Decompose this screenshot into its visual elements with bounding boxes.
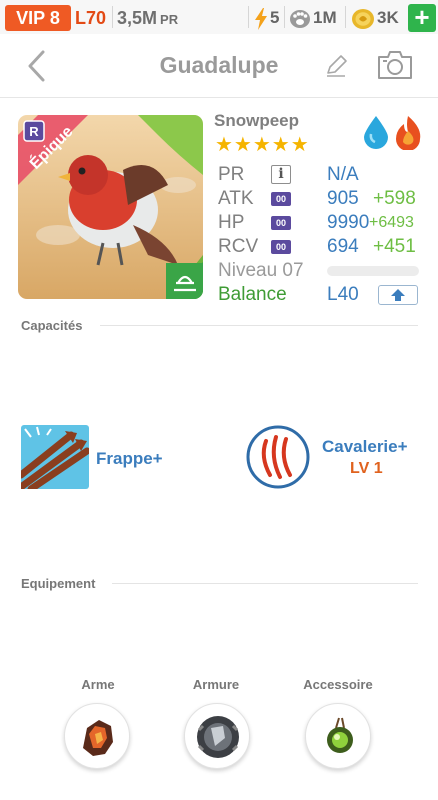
player-power: 3,5M PR [117, 5, 178, 31]
stat-value: 9990 [327, 212, 370, 233]
divider [100, 325, 418, 326]
creature-artwork: Épique R [18, 115, 203, 299]
player-level: L70 [75, 8, 107, 28]
stat-row-pr: PR i N/A [218, 163, 423, 187]
stat-label: ATK [218, 188, 254, 209]
coin-icon [352, 8, 374, 29]
stat-value: 694 [327, 236, 359, 257]
power-value: 3,5M [117, 8, 158, 28]
creature-portrait[interactable]: Épique R [18, 115, 203, 299]
skill-name: Frappe+ [96, 449, 163, 468]
stat-badge[interactable]: 00 [271, 216, 291, 230]
divider [112, 583, 418, 584]
skill-name: Cavalerie+ [322, 437, 408, 456]
equip-slot-weapon[interactable] [64, 703, 130, 769]
rarity-emblem: R [29, 124, 39, 139]
upgrade-button[interactable] [378, 285, 418, 305]
camera-icon[interactable] [376, 49, 414, 81]
paw-icon [290, 9, 310, 28]
gauntlet-icon [83, 720, 113, 756]
coin-value: 3K [377, 8, 399, 27]
element-icons [364, 116, 421, 150]
balance-label: Balance [218, 284, 287, 305]
lightning-icon [255, 7, 267, 30]
header: Guadalupe [0, 34, 438, 98]
stat-label: RCV [218, 236, 259, 257]
stat-value: 905 [327, 188, 359, 209]
stat-bonus: +6493 [369, 214, 414, 231]
stat-row-atk: ATK 00 905 +598 [218, 187, 423, 211]
abilities-title: Capacités [21, 318, 83, 333]
equip-label-weapon: Arme [81, 677, 115, 692]
stat-row-niveau: Niveau 07 [218, 259, 423, 283]
water-drop-icon [364, 116, 388, 149]
skill-level: LV 1 [350, 460, 383, 477]
stat-row-hp: HP 00 9990 +6493 [218, 211, 423, 235]
coin-counter[interactable]: 3K [351, 5, 399, 31]
stat-value: N/A [327, 164, 359, 185]
stat-label: HP [218, 212, 245, 233]
equip-label-armor: Armure [192, 677, 240, 692]
back-arrow-icon[interactable] [22, 48, 52, 84]
stat-bonus: +598 [373, 188, 416, 209]
shield-icon [197, 716, 239, 758]
equip-label-accessory: Accessoire [303, 677, 373, 692]
status-bar: VIP 8 L70 3,5M PR 5 1M 3K + [0, 0, 438, 34]
arrow-up-icon [391, 289, 405, 301]
energy-value: 5 [270, 8, 280, 27]
frappe-skill-icon[interactable] [21, 425, 89, 489]
power-unit: PR [160, 12, 179, 27]
stat-bonus: +451 [373, 236, 416, 257]
divider [112, 6, 113, 28]
pencil-icon[interactable] [323, 53, 349, 79]
stat-row-rcv: RCV 00 694 +451 [218, 235, 423, 259]
xp-progress-bar [327, 266, 419, 276]
vip-badge[interactable]: VIP 8 [5, 5, 71, 31]
stat-badge[interactable]: 00 [271, 192, 291, 206]
cavalerie-skill-icon[interactable] [246, 425, 310, 489]
stat-label: PR [218, 164, 245, 185]
divider [248, 6, 249, 28]
info-icon[interactable]: i [271, 165, 291, 184]
stat-row-balance: Balance L40 [218, 283, 423, 307]
food-value: 1M [313, 8, 337, 27]
divider [284, 6, 285, 28]
divider [345, 6, 346, 28]
food-counter[interactable]: 1M [289, 5, 337, 31]
star-rating: ★★★★★ [215, 134, 310, 156]
balance-value: L40 [327, 284, 359, 305]
level-label: Niveau 07 [218, 260, 304, 281]
equip-slot-armor[interactable] [184, 703, 250, 769]
stat-badge[interactable]: 00 [271, 240, 291, 254]
creature-species: Snowpeep [214, 111, 300, 130]
add-currency-button[interactable]: + [408, 4, 436, 32]
fire-icon [396, 116, 421, 150]
amulet-icon [327, 717, 353, 753]
equip-slot-accessory[interactable] [305, 703, 371, 769]
equipment-title: Equipement [21, 576, 96, 591]
page-title: Guadalupe [159, 52, 279, 78]
energy-counter[interactable]: 5 [254, 5, 279, 31]
